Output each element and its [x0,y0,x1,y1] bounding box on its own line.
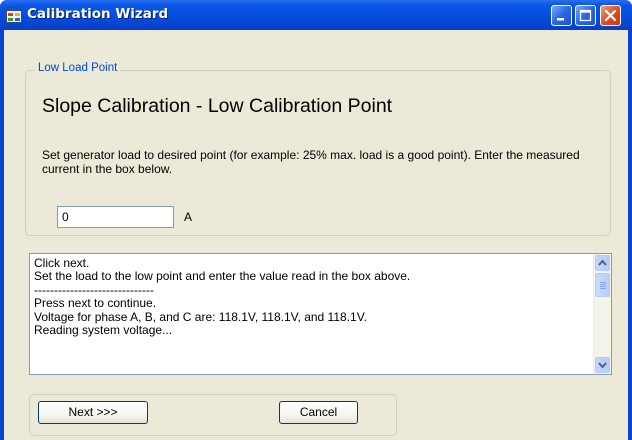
minimize-button[interactable] [551,5,572,26]
scroll-down-button[interactable] [595,357,610,373]
log-separator: ------------------------------ [34,282,154,297]
log-line: Press next to continue. [34,296,157,311]
thumb-grip [600,288,606,289]
calibration-wizard-window: Calibration Wizard Low Load Point Slope … [0,0,632,440]
instructions-text: Set generator load to desired point (for… [42,148,580,176]
log-line: Voltage for phase A, B, and C are: 118.1… [34,309,367,324]
close-button[interactable] [600,5,621,26]
chevron-down-icon [598,362,607,369]
status-log[interactable]: Click next. Set the load to the low poin… [29,253,612,375]
next-button[interactable]: Next >>> [38,401,148,424]
log-line: Reading system voltage... [34,322,173,337]
group-legend: Low Load Point [35,62,121,74]
minimize-icon [557,18,564,21]
chevron-up-icon [598,259,607,266]
thumb-grip [600,284,606,285]
log-line: Click next. [34,256,90,270]
thumb-grip [600,286,606,287]
scroll-thumb[interactable] [595,273,610,297]
thumb-grip [600,282,606,283]
step-heading: Slope Calibration - Low Calibration Poin… [42,95,393,117]
measured-current-input[interactable] [57,206,174,228]
cancel-button[interactable]: Cancel [279,401,358,424]
window-title: Calibration Wizard [27,6,169,22]
title-bar[interactable]: Calibration Wizard [0,0,632,30]
unit-label: A [184,210,193,224]
maximize-icon [579,9,592,22]
maximize-button[interactable] [575,5,596,26]
app-window-icon[interactable] [6,7,22,23]
log-lines: Click next. Set the load to the low poin… [34,256,594,337]
log-line: Set the load to the low point and enter … [34,269,411,284]
close-icon [604,9,617,22]
log-scrollbar[interactable] [593,254,611,374]
scroll-up-button[interactable] [595,255,610,271]
